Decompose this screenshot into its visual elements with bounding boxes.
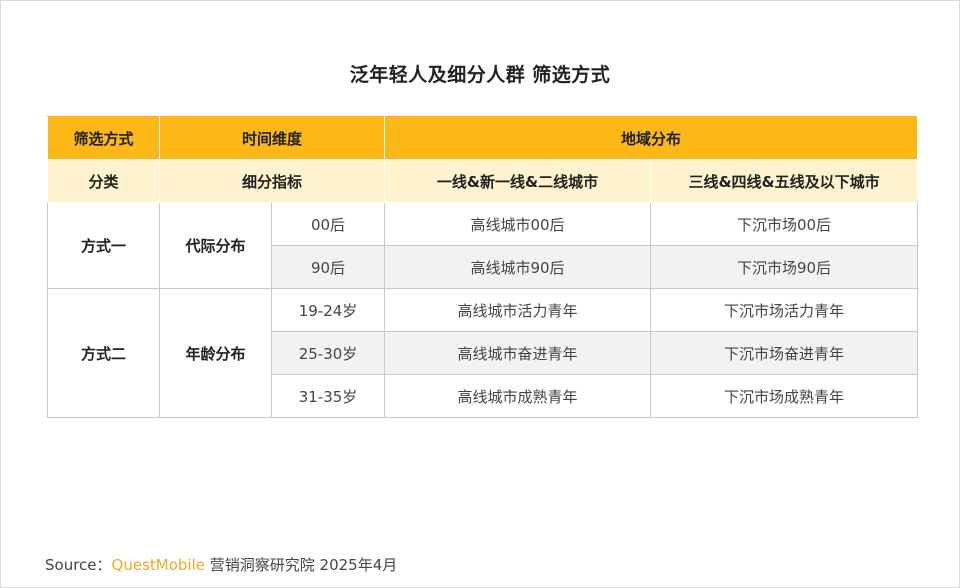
page-title: 泛年轻人及细分人群 筛选方式 [349,64,611,86]
tier-low-cell: 下沉市场成熟青年 [650,374,919,418]
tier-high-cell: 高线城市成熟青年 [384,374,652,418]
tier-high-cell: 高线城市90后 [384,245,652,289]
sub-indicator-cell: 00后 [270,202,386,246]
sub-indicator-cell: 19-24岁 [270,288,386,332]
brand-name: QuestMobile [111,556,205,574]
header-region: 地域分布 [384,116,919,160]
tier-low-cell: 下沉市场90后 [650,245,919,289]
dimension-cell: 年龄分布 [159,288,272,418]
sub-indicator-cell: 25-30岁 [270,331,386,375]
method-cell: 方式一 [47,202,160,289]
header-tier-high: 一线&新一线&二线城市 [384,159,652,203]
filter-method-table: 筛选方式 时间维度 地域分布 分类 细分指标 一线&新一线&二线城市 三线&四线… [47,116,919,418]
method-cell: 方式二 [47,288,160,418]
source-note: Source：QuestMobile 营销洞察研究院 2025年4月 [45,554,397,575]
source-prefix: Source： [45,556,112,574]
header-method: 筛选方式 [47,116,160,160]
tier-low-cell: 下沉市场00后 [650,202,919,246]
header-row-primary: 筛选方式 时间维度 地域分布 [47,116,919,160]
sub-indicator-cell: 90后 [270,245,386,289]
table-row: 方式二 年龄分布 19-24岁 高线城市活力青年 下沉市场活力青年 [47,288,919,418]
tier-high-cell: 高线城市00后 [384,202,652,246]
header-time-dimension: 时间维度 [158,116,386,160]
tier-low-cell: 下沉市场奋进青年 [650,331,919,375]
header-tier-low: 三线&四线&五线及以下城市 [650,159,919,203]
tier-high-cell: 高线城市活力青年 [384,288,652,332]
dimension-cell: 代际分布 [159,202,272,289]
header-row-secondary: 分类 细分指标 一线&新一线&二线城市 三线&四线&五线及以下城市 [47,159,919,203]
tier-low-cell: 下沉市场活力青年 [650,288,919,332]
sub-indicator-cell: 31-35岁 [270,374,386,418]
header-sub-indicator: 细分指标 [158,159,386,203]
table-row: 方式一 代际分布 00后 高线城市00后 下沉市场00后 [47,202,919,289]
source-suffix: 营销洞察研究院 2025年4月 [204,556,398,574]
header-category: 分类 [47,159,160,203]
tier-high-cell: 高线城市奋进青年 [384,331,652,375]
